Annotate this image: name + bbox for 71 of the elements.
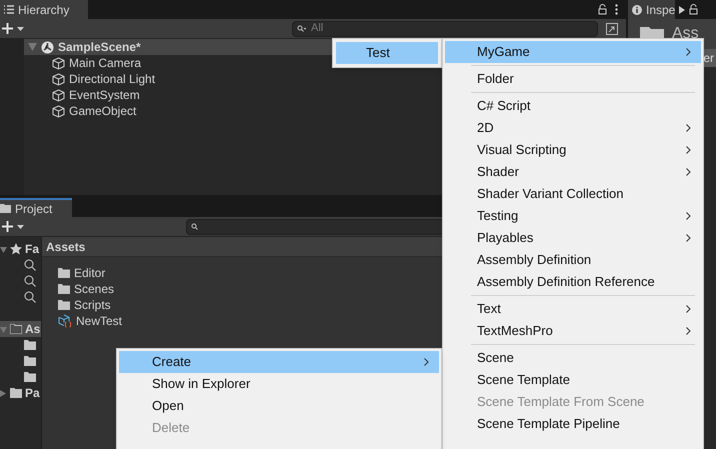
expanded-arrow-icon[interactable] (0, 246, 7, 252)
chevron-right-icon (686, 168, 691, 176)
folder-icon (24, 340, 36, 350)
menu-item[interactable]: Shader Variant Collection (445, 183, 701, 205)
inspector-tab[interactable]: Inspe (628, 0, 676, 19)
script-cube-icon (58, 314, 72, 328)
folder-icon (58, 300, 70, 310)
folder-icon (24, 356, 36, 366)
menu-item[interactable]: Scene (445, 347, 701, 369)
lock-icon[interactable] (689, 4, 698, 15)
chevron-right-icon (686, 48, 691, 56)
info-icon (632, 4, 642, 14)
tree-row[interactable]: As (0, 321, 41, 337)
search-field[interactable]: All (292, 20, 598, 36)
menu-item[interactable]: Open (119, 395, 439, 417)
menu-item[interactable]: TextMeshPro (445, 320, 701, 342)
search-icon[interactable] (24, 275, 36, 287)
cube-icon (52, 56, 65, 70)
chevron-right-icon (686, 327, 691, 335)
tree-row[interactable]: Pa (0, 385, 41, 401)
folder-icon (10, 324, 22, 334)
search-icon (297, 24, 306, 32)
chevron-right-icon (686, 305, 691, 313)
chevron-right-icon (686, 234, 691, 242)
folder-icon (58, 284, 70, 294)
chevron-right-icon (686, 124, 691, 132)
inspector-header: Ass (672, 24, 699, 44)
folder-icon (0, 204, 11, 213)
plus-icon (2, 221, 13, 232)
add-dropdown-button[interactable] (0, 23, 26, 34)
menu-item[interactable]: Shader (445, 161, 701, 183)
menu-item[interactable]: Scene Template (445, 369, 701, 391)
folder-icon (24, 372, 36, 382)
hierarchy-tab[interactable]: Hierarchy (0, 0, 88, 19)
search-icon (191, 222, 198, 230)
search-icon[interactable] (24, 291, 36, 303)
menu-item[interactable]: Visual Scripting (445, 139, 701, 161)
unity-logo-icon (41, 40, 54, 54)
menu-item[interactable]: Create (119, 351, 439, 373)
list-icon (4, 5, 14, 14)
chevron-right-icon (424, 358, 429, 366)
menu-item[interactable]: C# Script (445, 95, 701, 117)
search-icon[interactable] (24, 259, 36, 271)
plus-icon (2, 23, 13, 34)
project-tab[interactable]: Project (0, 198, 72, 217)
menu-item[interactable]: 2D (445, 117, 701, 139)
caret-icon (17, 26, 24, 30)
cube-icon (52, 72, 65, 86)
menu-item[interactable]: Folder (445, 68, 701, 90)
menu-item[interactable]: Testing (445, 205, 701, 227)
chevron-right-icon (686, 212, 691, 220)
tree-row[interactable]: Fa (0, 241, 41, 257)
cube-icon (52, 104, 65, 118)
folder-icon (10, 388, 22, 398)
menu-item[interactable]: Assembly Definition Reference (445, 271, 701, 293)
expand-icon[interactable] (606, 22, 618, 34)
menu-item[interactable]: Text (445, 298, 701, 320)
lock-icon[interactable] (598, 4, 607, 15)
star-icon (10, 243, 22, 255)
add-dropdown-button[interactable] (0, 221, 26, 232)
chevron-right-icon (686, 146, 691, 154)
folder-icon (58, 268, 70, 278)
menu-item[interactable]: Show in Explorer (119, 373, 439, 395)
menu-item[interactable]: Scene Template Pipeline (445, 413, 701, 435)
play-icon[interactable] (679, 6, 686, 14)
menu-item[interactable]: Test (336, 42, 438, 64)
caret-icon (17, 224, 24, 228)
collapsed-arrow-icon[interactable] (0, 390, 7, 396)
cube-icon (52, 88, 65, 102)
menu-item[interactable]: MyGame (445, 41, 701, 63)
more-icon[interactable] (615, 4, 618, 15)
